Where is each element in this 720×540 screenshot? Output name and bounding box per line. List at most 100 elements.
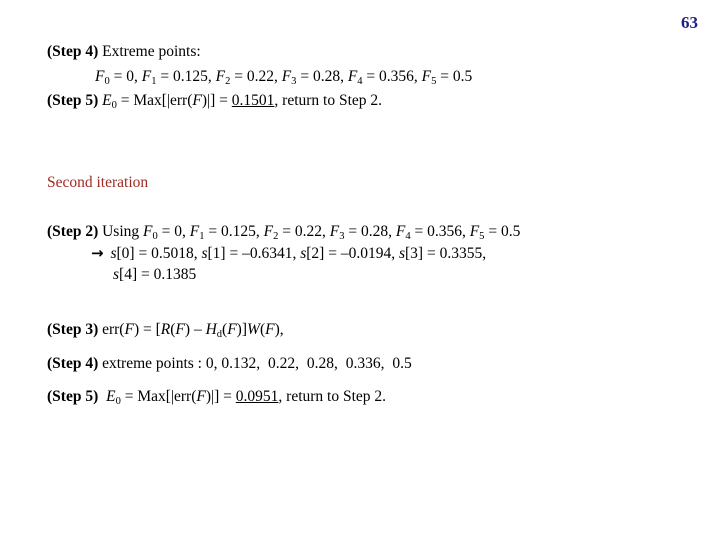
- symbol-F: F: [192, 92, 202, 109]
- symbol-F: F: [143, 223, 153, 240]
- value-F2: 0.22: [294, 223, 322, 240]
- step5-line: (Step 5) E0 = Max[|err(F)|] = 0.1501, re…: [47, 92, 697, 111]
- equals-sign: =: [440, 67, 450, 85]
- symbol-F: F: [281, 67, 292, 85]
- subscript-4: 4: [405, 230, 411, 242]
- slide-canvas: 63 (Step 4) Extreme points: F0 = 0, F1 =…: [0, 0, 720, 540]
- step4-label: (Step 4): [47, 43, 99, 60]
- subscript-2: 2: [225, 75, 231, 87]
- value-F4: 0.356: [427, 223, 462, 240]
- value-F2: 0.22: [246, 67, 274, 85]
- step5-error-value: 0.0951: [235, 388, 279, 405]
- symbol-F: F: [329, 223, 340, 240]
- equals-sign: =: [229, 244, 239, 262]
- value-s2: –0.0194: [340, 244, 392, 262]
- subscript-3: 3: [339, 230, 345, 242]
- value-F1: 0.125: [221, 223, 256, 240]
- second-iteration-steps-block: (Step 3) err(F) = [R(F) – Hd(F)]W(F), (S…: [47, 322, 707, 423]
- symbol-Hd: H: [205, 321, 217, 338]
- comma: ,: [388, 223, 392, 240]
- equals-sign: =: [426, 244, 436, 262]
- first-iteration-block: (Step 4) Extreme points: F0 = 0, F1 = 0.…: [47, 44, 697, 118]
- symbol-F: F: [395, 223, 406, 240]
- subscript-2: 2: [273, 230, 279, 242]
- subscript-0: 0: [152, 230, 158, 242]
- symbol-F: F: [215, 67, 226, 85]
- equals-sign: =: [208, 223, 218, 240]
- symbol-F: F: [175, 321, 185, 338]
- step5-expression-tail: )|] =: [201, 92, 228, 109]
- comma: ,: [207, 67, 212, 85]
- symbol-W: W: [247, 321, 260, 338]
- step3-line: (Step 3) err(F) = [R(F) – Hd(F)]W(F),: [47, 321, 707, 340]
- equals-sign: =: [488, 223, 498, 240]
- extreme-point-0: 0: [205, 354, 214, 372]
- extreme-point-5: 0.5: [392, 354, 412, 372]
- step5-expression-tail: )|] =: [205, 388, 232, 405]
- equals-sign: =: [300, 67, 310, 85]
- symbol-F: F: [124, 321, 134, 338]
- symbol-F: F: [196, 388, 206, 405]
- equals-sign: =: [113, 67, 123, 85]
- index-4: [4]: [119, 266, 138, 283]
- value-F0: 0: [126, 67, 134, 85]
- index-1: [1]: [207, 244, 226, 262]
- step5-expression: = Max[|err(: [124, 388, 197, 405]
- page-number: 63: [681, 13, 698, 32]
- index-3: [3]: [405, 244, 424, 262]
- subscript-0: 0: [115, 395, 121, 407]
- symbol-F: F: [141, 67, 152, 85]
- step2-result-line: → s[0] = 0.5018, s[1] = –0.6341, s[2] = …: [47, 243, 707, 262]
- index-0: [0]: [116, 244, 135, 262]
- value-s4: 0.1385: [153, 266, 197, 283]
- value-F3: 0.28: [312, 67, 341, 85]
- subscript-5: 5: [479, 230, 485, 242]
- section-heading-second-iteration: Second iteration: [47, 174, 149, 191]
- index-2: [2]: [306, 244, 325, 262]
- comma: ,: [273, 67, 278, 85]
- extreme-point-4: 0.336: [345, 354, 381, 372]
- comma: ,: [482, 244, 487, 262]
- comma: ,: [213, 354, 218, 372]
- value-F3: 0.28: [360, 223, 389, 240]
- value-F5: 0.5: [452, 67, 473, 85]
- step3-label: (Step 3): [47, 321, 99, 338]
- extreme-point-3: 0.28: [306, 354, 334, 372]
- comma: ,: [321, 223, 326, 240]
- equals-sign: =: [160, 67, 170, 85]
- minus-sign: –: [193, 321, 202, 338]
- comma: ,: [461, 223, 466, 240]
- value-s0: 0.5018: [151, 244, 194, 262]
- step4-extreme-points-text: extreme points :: [102, 354, 202, 372]
- second-iteration-step2-block: (Step 2) Using F0 = 0, F1 = 0.125, F2 = …: [47, 224, 707, 289]
- value-F0: 0: [174, 223, 183, 240]
- err-function-mid: ) = [: [133, 321, 161, 338]
- step4-extreme-points-line: (Step 4) extreme points : 0, 0.132, 0.22…: [47, 354, 707, 372]
- extreme-point-2: 0.22: [267, 354, 296, 372]
- symbol-F: F: [469, 223, 480, 240]
- comma: ,: [333, 354, 338, 372]
- symbol-F: F: [347, 67, 358, 85]
- equals-sign: =: [282, 223, 291, 240]
- err-function-prefix: err(: [102, 321, 125, 338]
- symbol-E: E: [102, 92, 112, 109]
- comma: ,: [391, 244, 396, 262]
- step2-label: (Step 2): [47, 223, 99, 240]
- comma: ,: [193, 244, 198, 262]
- subscript-0: 0: [104, 75, 110, 87]
- subscript-4: 4: [357, 75, 363, 87]
- comma: ,: [133, 67, 138, 85]
- step5-expression: = Max[|err(: [120, 92, 193, 109]
- comma: ,: [380, 354, 385, 372]
- comma: ,: [340, 67, 344, 85]
- value-s1: –0.6341: [242, 244, 293, 262]
- right-arrow-icon: →: [91, 243, 104, 262]
- subscript-0: 0: [111, 99, 117, 111]
- equals-sign: =: [161, 223, 171, 240]
- step5-trailing-text: , return to Step 2.: [274, 92, 383, 109]
- step5-label: (Step 5): [47, 388, 99, 405]
- value-F1: 0.125: [172, 67, 208, 85]
- equals-sign: =: [138, 244, 148, 262]
- trailing-comma: ,: [279, 321, 284, 338]
- subscript-1: 1: [199, 230, 205, 242]
